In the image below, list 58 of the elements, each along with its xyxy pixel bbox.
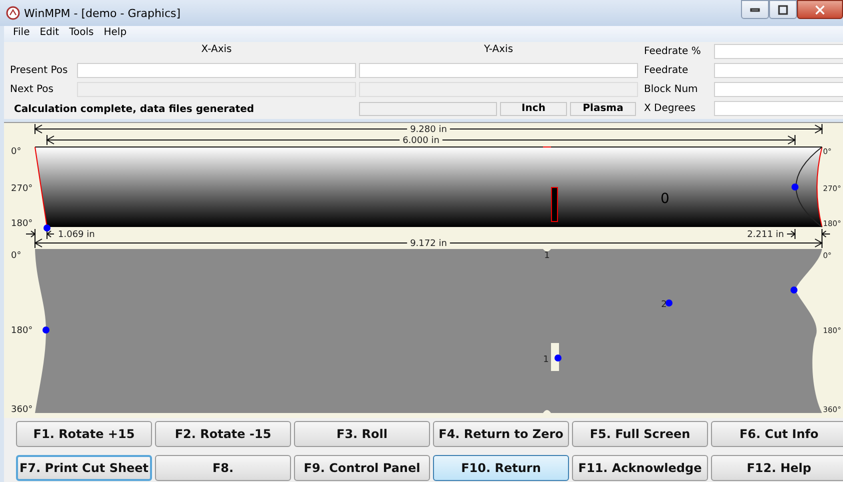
menu-item[interactable]: File — [8, 26, 35, 42]
angle-label: 180° — [11, 326, 33, 336]
minimize-button[interactable] — [741, 0, 769, 19]
angle-label: 360° — [11, 405, 33, 415]
function-key-button[interactable]: F10. Return — [433, 454, 569, 480]
position-field[interactable] — [77, 63, 356, 78]
position-field[interactable] — [359, 63, 638, 78]
close-button[interactable] — [797, 0, 843, 19]
function-key-button[interactable]: F7. Print Cut Sheet — [16, 454, 152, 480]
app-icon — [6, 6, 20, 20]
window-title: WinMPM - [demo - Graphics] — [24, 6, 182, 20]
feature-label: 1 — [544, 251, 550, 261]
offset-marker — [786, 228, 830, 240]
angle-label: 270° — [11, 184, 33, 194]
menu-item[interactable]: Edit — [34, 26, 64, 42]
dimension-label: 9.280 in — [410, 125, 447, 135]
minimize-icon — [750, 8, 760, 12]
function-key-button[interactable]: F3. Roll — [294, 421, 430, 447]
function-key-button[interactable]: F6. Cut Info — [711, 421, 843, 447]
status-message: Calculation complete, data files generated — [13, 104, 254, 114]
maximize-button[interactable] — [769, 0, 797, 19]
readout-field[interactable] — [714, 63, 843, 78]
axis-label: X-Axis — [200, 44, 233, 55]
function-key-button[interactable]: F4. Return to Zero — [433, 421, 569, 447]
readout-label: Block Num — [643, 83, 699, 97]
feature-label: 2 — [661, 300, 667, 310]
units-indicator: Inch — [500, 102, 567, 116]
function-key-button[interactable]: F9. Control Panel — [294, 454, 430, 480]
function-key-button[interactable]: F1. Rotate +15 — [16, 421, 152, 447]
function-key-button[interactable]: F8. — [155, 454, 291, 480]
function-key-button[interactable]: F5. Full Screen — [572, 421, 708, 447]
offset-label: 2.211 in — [747, 230, 784, 240]
offset-marker — [26, 228, 54, 240]
angle-label: 0° — [11, 251, 22, 261]
dimension-label: 6.000 in — [402, 136, 440, 146]
function-key-button[interactable]: F12. Help — [711, 454, 843, 480]
readout-field[interactable] — [714, 101, 843, 116]
position-label: Next Pos — [10, 83, 54, 97]
process-indicator: Plasma — [570, 102, 636, 116]
readout-label: Feedrate % — [643, 45, 702, 59]
function-key-button[interactable]: F2. Rotate -15 — [155, 421, 291, 447]
feature-label: 1 — [543, 355, 549, 365]
function-key-button[interactable]: F11. Acknowledge — [572, 454, 708, 480]
readout-field[interactable] — [714, 44, 843, 59]
angle-label: 180° — [11, 219, 33, 229]
feature-label: 0 — [660, 191, 670, 207]
menu-item[interactable]: Help — [98, 26, 132, 42]
dimension-label: 9.172 in — [410, 239, 447, 249]
readout-field[interactable] — [714, 82, 843, 97]
readout-label: Feedrate — [643, 64, 690, 78]
offset-label: 1.069 in — [58, 230, 95, 240]
axis-label: Y-Axis — [482, 44, 514, 55]
close-icon — [815, 4, 825, 14]
angle-label: 0° — [11, 147, 22, 157]
maximize-icon — [778, 4, 788, 14]
position-label: Present Pos — [10, 64, 69, 78]
menu-item[interactable]: Tools — [64, 26, 99, 42]
readout-label: X Degrees — [643, 102, 697, 116]
